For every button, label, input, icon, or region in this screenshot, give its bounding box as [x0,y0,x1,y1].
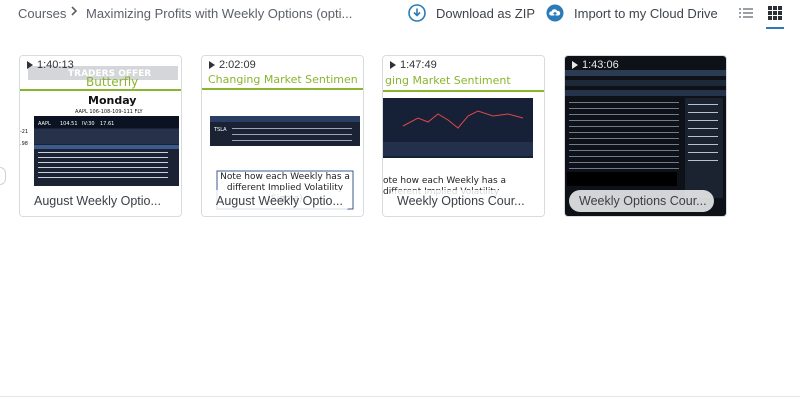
slide-day: Monday [88,94,136,107]
video-duration: 1:40:13 [27,59,74,71]
play-icon [390,61,396,69]
breadcrumb-current: Maximizing Profits with Weekly Options (… [86,6,353,21]
scroll-left-handle[interactable] [0,167,6,185]
play-icon [572,61,578,69]
chevron-right-icon [71,6,78,16]
video-duration: 1:47:49 [390,59,437,71]
video-duration: 1:43:06 [572,59,619,71]
grid-view-icon[interactable] [767,5,783,21]
video-title[interactable]: Weekly Options Cour... [569,190,714,212]
video-title[interactable]: August Weekly Optio... [24,190,169,212]
slide-iv-value: 17.61 [100,121,114,127]
video-title[interactable]: Weekly Options Cour... [387,190,532,212]
slide-heading: Changing Market Sentimen [208,73,358,86]
bottom-divider [0,396,800,397]
active-view-indicator [766,27,784,29]
play-icon [27,61,33,69]
slide-ticker: AAPL [38,121,51,127]
import-cloud-label: Import to my Cloud Drive [574,5,718,21]
top-bar: Courses Maximizing Profits with Weekly O… [0,0,800,30]
slide-iv: IV:30 [82,121,95,127]
video-duration: 2:02:09 [209,59,256,71]
cloud-upload-icon [546,4,564,22]
slide-side-b: .98 [20,141,28,147]
slide-heading: ging Market Sentiment [385,74,511,87]
download-zip-button[interactable]: Download as ZIP [408,3,535,23]
breadcrumb-courses[interactable]: Courses [18,6,66,21]
video-card[interactable]: TRADERS OFFER Butterfly Monday AAPL 106-… [19,55,182,217]
download-zip-label: Download as ZIP [436,5,535,21]
video-card[interactable]: Changing Market Sentimen TSLA Note how e… [201,55,364,217]
duration-label: 1:47:49 [400,59,437,71]
duration-label: 2:02:09 [219,59,256,71]
slide-side-a: -21 [20,129,28,135]
slide-heading: Butterfly [86,75,138,89]
download-icon [408,4,426,22]
video-card[interactable]: 1:43:06 Weekly Options Cour... [564,55,727,217]
video-card[interactable]: ging Market Sentiment ote how each Weekl… [382,55,545,217]
slide-price: 104.51 [60,121,78,127]
import-cloud-button[interactable]: Import to my Cloud Drive [546,3,718,23]
slide-ticker: TSLA [213,127,227,133]
video-title[interactable]: August Weekly Optio... [206,190,351,212]
play-icon [209,61,215,69]
list-view-icon[interactable] [738,5,754,21]
duration-label: 1:40:13 [37,59,74,71]
duration-label: 1:43:06 [582,59,619,71]
slide-subtitle: AAPL 106-108-109-111 FLY [75,109,144,115]
